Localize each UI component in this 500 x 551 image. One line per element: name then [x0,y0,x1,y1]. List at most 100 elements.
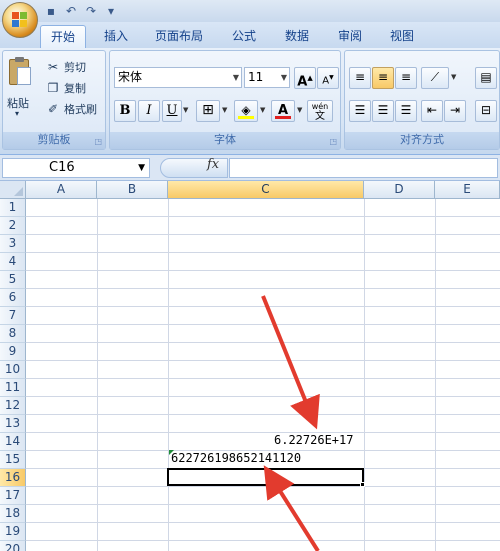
align-top-icon: ≡ [354,70,366,84]
align-left-button[interactable]: ☰ [349,100,371,122]
italic-button[interactable]: I [138,100,160,122]
row-header-12[interactable]: 12 [0,397,26,415]
bottom-align-button[interactable]: ≡ [395,67,417,89]
align-right-button[interactable]: ☰ [395,100,417,122]
orientation-icon: ⟋ [430,70,440,84]
row-header-6[interactable]: 6 [0,289,26,307]
cell-c14[interactable]: 6.22726E+17 [274,433,353,447]
select-all-corner[interactable] [0,181,26,199]
tab-view[interactable]: 视图 [382,25,422,48]
fill-handle[interactable] [360,482,365,487]
paste-icon[interactable] [7,57,33,87]
gridline [26,432,500,433]
cut-button[interactable]: ✂ 剪切 [45,57,86,77]
row-header-5[interactable]: 5 [0,271,26,289]
redo-icon[interactable]: ↷ [84,4,98,18]
chevron-down-icon: ▼ [138,163,145,173]
font-size-value: 11 [248,70,264,84]
customize-qat-icon[interactable]: ▾ [104,4,118,18]
row-header-14[interactable]: 14 [0,433,26,451]
chevron-down-icon[interactable]: ▼ [222,106,227,114]
spreadsheet-grid[interactable]: A B C D E 1 2 3 4 5 6 7 8 9 10 11 12 13 14 15 16 17 18 19 2… [0,181,500,551]
formula-input[interactable] [229,158,498,178]
row-header-9[interactable]: 9 [0,343,26,361]
alignment-group-label: 对齐方式 [345,132,499,149]
office-button[interactable] [2,2,38,38]
row-header-15[interactable]: 15 [0,451,26,469]
row-header-17[interactable]: 17 [0,487,26,505]
tab-formulas[interactable]: 公式 [224,25,264,48]
gridline [26,234,500,235]
row-header-13[interactable]: 13 [0,415,26,433]
insert-function-button[interactable]: fx [207,157,219,172]
increase-indent-button[interactable]: ⇥ [444,100,466,122]
gridline [26,540,500,541]
column-header-b[interactable]: B [97,181,168,199]
cell-c15[interactable]: 622726198652141120 [171,451,301,465]
borders-button[interactable]: ⊞ [196,100,220,122]
row-header-2[interactable]: 2 [0,217,26,235]
align-right-icon: ☰ [400,103,412,117]
tab-home[interactable]: 开始 [40,25,86,48]
merge-icon: ⊟ [480,103,492,117]
name-box[interactable]: C16 ▼ [2,158,150,178]
font-name-select[interactable]: 宋体 ▼ [114,67,242,88]
phonetic-guide-button[interactable]: wén 文 [307,100,333,122]
decrease-indent-button[interactable]: ⇤ [421,100,443,122]
fill-color-button[interactable]: ◈ [234,100,258,122]
shrink-font-button[interactable]: A▼ [317,67,339,89]
chevron-down-icon[interactable]: ▼ [297,106,302,114]
chevron-down-icon[interactable]: ▾ [15,109,19,118]
bold-button[interactable]: B [114,100,136,122]
wrap-text-button[interactable]: ▤ [475,67,497,89]
row-header-18[interactable]: 18 [0,505,26,523]
font-color-button[interactable]: A [271,100,295,122]
tab-data[interactable]: 数据 [277,25,317,48]
row-header-7[interactable]: 7 [0,307,26,325]
save-icon[interactable]: ▪ [44,4,58,18]
orientation-button[interactable]: ⟋ [421,67,449,89]
dialog-launcher-icon[interactable]: ◳ [94,137,102,146]
merge-center-button[interactable]: ⊟ [475,100,497,122]
column-header-e[interactable]: E [435,181,500,199]
copy-label: 复制 [64,82,86,95]
tab-page-layout[interactable]: 页面布局 [148,25,210,48]
format-painter-button[interactable]: ✐ 格式刷 [45,99,97,119]
top-align-button[interactable]: ≡ [349,67,371,89]
row-header-8[interactable]: 8 [0,325,26,343]
row-header-4[interactable]: 4 [0,253,26,271]
row-header-10[interactable]: 10 [0,361,26,379]
formula-bar: C16 ▼ [0,155,500,181]
column-header-a[interactable]: A [26,181,97,199]
tab-insert[interactable]: 插入 [96,25,136,48]
column-header-d[interactable]: D [364,181,435,199]
tab-review[interactable]: 审阅 [330,25,370,48]
underline-button[interactable]: U [162,100,182,122]
copy-button[interactable]: ❐ 复制 [45,78,86,98]
name-box-value: C16 [49,160,75,175]
chevron-down-icon[interactable]: ▼ [183,106,188,114]
align-center-button[interactable]: ☰ [372,100,394,122]
dialog-launcher-icon[interactable]: ◳ [329,137,337,146]
grow-font-button[interactable]: A▲ [294,67,316,89]
column-header-c[interactable]: C [168,181,364,199]
row-header-3[interactable]: 3 [0,235,26,253]
chevron-down-icon[interactable]: ▼ [260,106,265,114]
font-size-select[interactable]: 11 ▼ [244,67,290,88]
undo-icon[interactable]: ↶ [64,4,78,18]
chevron-down-icon[interactable]: ▼ [451,73,456,81]
active-cell-c16[interactable] [167,468,364,486]
row-header-1[interactable]: 1 [0,199,26,217]
middle-align-button[interactable]: ≡ [372,67,394,89]
align-middle-icon: ≡ [377,70,389,84]
format-painter-label: 格式刷 [64,103,97,116]
chevron-down-icon: ▼ [280,73,287,82]
gridline [26,288,500,289]
row-header-16[interactable]: 16 [0,469,26,487]
row-header-19[interactable]: 19 [0,523,26,541]
gridline [26,216,500,217]
row-header-11[interactable]: 11 [0,379,26,397]
border-icon: ⊞ [202,102,214,118]
align-left-icon: ☰ [354,103,366,117]
row-header-20[interactable]: 20 [0,541,26,551]
